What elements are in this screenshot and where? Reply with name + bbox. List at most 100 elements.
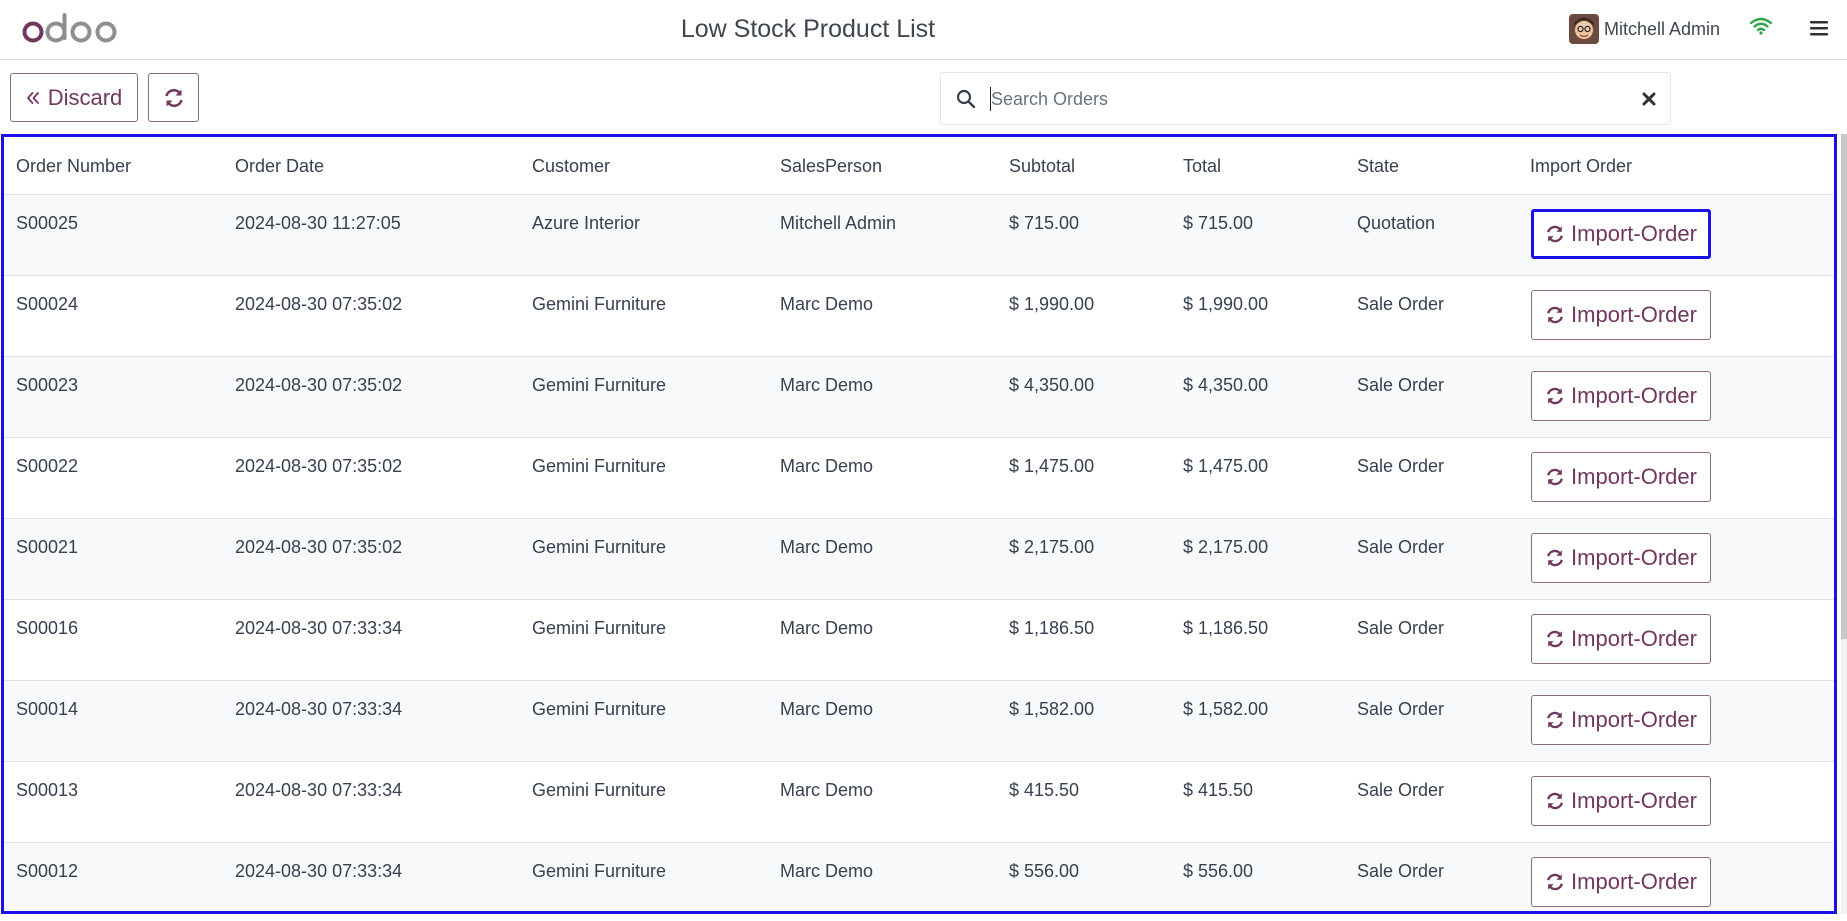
refresh-icon xyxy=(1547,306,1563,324)
import-order-button[interactable]: Import-Order xyxy=(1531,533,1711,583)
cell-state: Sale Order xyxy=(1357,780,1445,800)
column-header-total: Total xyxy=(1183,156,1222,176)
cell-total: $ 1,475.00 xyxy=(1183,456,1269,476)
table-row[interactable]: S00016 2024-08-30 07:33:34 Gemini Furnitur… xyxy=(4,600,1834,681)
cell-salesperson: Marc Demo xyxy=(780,618,874,638)
cell-order-date: 2024-08-30 11:27:05 xyxy=(235,213,401,233)
column-header-import-order: Import Order xyxy=(1530,156,1633,176)
cell-salesperson: Marc Demo xyxy=(780,375,874,395)
close-icon[interactable] xyxy=(1641,91,1657,107)
cell-state: Sale Order xyxy=(1357,375,1445,395)
import-order-button[interactable]: Import-Order xyxy=(1531,857,1711,907)
cell-subtotal: $ 556.00 xyxy=(1009,861,1080,881)
cell-customer: Gemini Furniture xyxy=(532,456,667,476)
cell-customer: Gemini Furniture xyxy=(532,861,667,881)
table-row[interactable]: S00023 2024-08-30 07:35:02 Gemini Furnitur… xyxy=(4,357,1834,438)
import-order-button[interactable]: Import-Order xyxy=(1531,371,1711,421)
cell-subtotal: $ 1,186.50 xyxy=(1009,618,1095,638)
page-title: Low Stock Product List xyxy=(680,15,936,43)
top-bar: Low Stock Product List Mitchell Admin xyxy=(0,0,1847,60)
column-header-state: State xyxy=(1357,156,1400,176)
table-row[interactable]: S00013 2024-08-30 07:33:34 Gemini Furnitur… xyxy=(4,762,1834,843)
cell-total: $ 1,186.50 xyxy=(1183,618,1269,638)
refresh-icon xyxy=(164,88,183,107)
table-row[interactable]: S00012 2024-08-30 07:33:34 Gemini Furnitur… xyxy=(4,843,1834,911)
cell-order-number: S00024 xyxy=(16,294,79,314)
vertical-scrollbar[interactable] xyxy=(1841,134,1847,914)
refresh-icon xyxy=(1547,387,1563,405)
cell-order-number: S00014 xyxy=(16,699,79,719)
table-row[interactable]: S00021 2024-08-30 07:35:02 Gemini Furnitur… xyxy=(4,519,1834,600)
cell-state: Sale Order xyxy=(1357,699,1445,719)
cell-order-number: S00012 xyxy=(16,861,79,881)
cell-subtotal: $ 4,350.00 xyxy=(1009,375,1095,395)
search-icon xyxy=(956,89,976,109)
cell-order-number: S00013 xyxy=(16,780,79,800)
cell-state: Sale Order xyxy=(1357,537,1445,557)
import-order-button[interactable]: Import-Order xyxy=(1531,290,1711,340)
cell-state: Sale Order xyxy=(1357,618,1445,638)
cell-total: $ 415.50 xyxy=(1183,780,1254,800)
cell-subtotal: $ 1,582.00 xyxy=(1009,699,1095,719)
cell-customer: Gemini Furniture xyxy=(532,618,667,638)
cell-order-date: 2024-08-30 07:35:02 xyxy=(235,294,403,314)
import-order-label: Import-Order xyxy=(1571,464,1697,489)
cell-order-date: 2024-08-30 07:33:34 xyxy=(235,780,403,800)
scrollbar-thumb[interactable] xyxy=(1841,134,1847,639)
import-order-button[interactable]: Import-Order xyxy=(1531,614,1711,664)
table-header: Order Number Order Date Customer SalesPe… xyxy=(4,137,1834,195)
cell-total: $ 556.00 xyxy=(1183,861,1254,881)
cell-order-date: 2024-08-30 07:35:02 xyxy=(235,375,403,395)
cell-total: $ 715.00 xyxy=(1183,213,1254,233)
column-header-subtotal: Subtotal xyxy=(1009,156,1076,176)
refresh-icon xyxy=(1547,630,1563,648)
cell-order-number: S00016 xyxy=(16,618,79,638)
refresh-icon xyxy=(1547,468,1563,486)
table-row[interactable]: S00025 2024-08-30 11:27:05 Azure Interior M… xyxy=(4,195,1834,276)
cell-salesperson: Marc Demo xyxy=(780,861,874,881)
refresh-button[interactable] xyxy=(148,73,199,122)
table-row[interactable]: S00024 2024-08-30 07:35:02 Gemini Furnitur… xyxy=(4,276,1834,357)
cell-order-number: S00025 xyxy=(16,213,79,233)
cell-salesperson: Marc Demo xyxy=(780,294,874,314)
import-order-button[interactable]: Import-Order xyxy=(1531,695,1711,745)
import-order-button[interactable]: Import-Order xyxy=(1531,209,1711,259)
search-bar xyxy=(940,72,1671,125)
cell-salesperson: Marc Demo xyxy=(780,780,874,800)
refresh-icon xyxy=(1547,549,1563,567)
column-header-customer: Customer xyxy=(532,156,611,176)
import-order-label: Import-Order xyxy=(1571,302,1697,327)
table-row[interactable]: S00022 2024-08-30 07:35:02 Gemini Furnitur… xyxy=(4,438,1834,519)
cell-total: $ 4,350.00 xyxy=(1183,375,1269,395)
cell-order-number: S00021 xyxy=(16,537,79,557)
avatar xyxy=(1569,14,1599,44)
cell-subtotal: $ 415.50 xyxy=(1009,780,1080,800)
import-order-label: Import-Order xyxy=(1571,383,1697,408)
cell-customer: Gemini Furniture xyxy=(532,780,667,800)
cell-total: $ 1,990.00 xyxy=(1183,294,1269,314)
cell-salesperson: Marc Demo xyxy=(780,699,874,719)
discard-button[interactable]: Discard xyxy=(10,73,138,122)
cell-order-date: 2024-08-30 07:33:34 xyxy=(235,861,403,881)
cell-customer: Gemini Furniture xyxy=(532,537,667,557)
cell-order-date: 2024-08-30 07:33:34 xyxy=(235,699,403,719)
cell-subtotal: $ 2,175.00 xyxy=(1009,537,1095,557)
cell-state: Sale Order xyxy=(1357,861,1445,881)
cell-salesperson: Mitchell Admin xyxy=(780,213,897,233)
user-name: Mitchell Admin xyxy=(1604,18,1721,39)
cell-subtotal: $ 1,475.00 xyxy=(1009,456,1095,476)
refresh-icon xyxy=(1547,711,1563,729)
cell-order-date: 2024-08-30 07:33:34 xyxy=(235,618,403,638)
wifi-icon xyxy=(1750,17,1772,35)
search-input[interactable] xyxy=(991,83,1591,115)
import-order-label: Import-Order xyxy=(1571,221,1697,246)
cell-state: Quotation xyxy=(1357,213,1436,233)
column-header-order-number: Order Number xyxy=(16,156,132,176)
hamburger-menu-icon[interactable] xyxy=(1810,19,1828,37)
refresh-icon xyxy=(1547,225,1563,243)
import-order-button[interactable]: Import-Order xyxy=(1531,776,1711,826)
cell-subtotal: $ 1,990.00 xyxy=(1009,294,1095,314)
import-order-button[interactable]: Import-Order xyxy=(1531,452,1711,502)
table-row[interactable]: S00014 2024-08-30 07:33:34 Gemini Furnitur… xyxy=(4,681,1834,762)
user-menu[interactable]: Mitchell Admin xyxy=(1569,14,1720,44)
